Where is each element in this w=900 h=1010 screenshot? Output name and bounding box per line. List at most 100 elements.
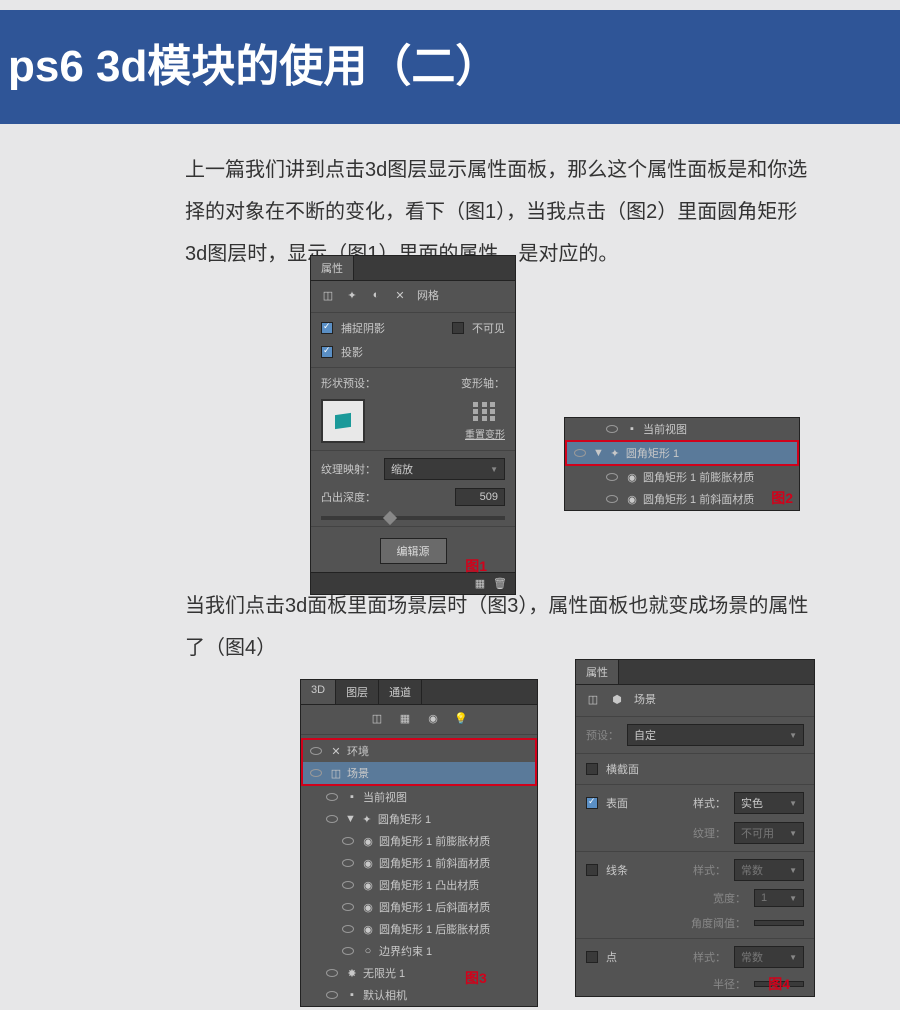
reset-deform-link[interactable]: 重置变形 bbox=[465, 426, 505, 441]
scene-item[interactable]: ◫ 场景 bbox=[303, 762, 535, 784]
width-dropdown: 1 bbox=[754, 889, 804, 907]
figure-label-3: 图3 bbox=[465, 968, 487, 988]
eye-icon bbox=[342, 925, 354, 933]
cap-icon: ◐ bbox=[369, 288, 383, 302]
tab-layers[interactable]: 图层 bbox=[336, 680, 379, 704]
points-checkbox[interactable] bbox=[586, 951, 598, 963]
material-icon: ◉ bbox=[625, 492, 639, 506]
extrude-depth-input[interactable]: 509 bbox=[455, 488, 505, 506]
extrude-depth-label: 凸出深度： bbox=[321, 489, 376, 505]
eye-icon bbox=[326, 969, 338, 977]
angle-input bbox=[754, 920, 804, 926]
surface-label: 表面 bbox=[606, 795, 628, 811]
trash-icon[interactable]: 🗑 bbox=[493, 577, 507, 591]
tab-properties[interactable]: 属性 bbox=[311, 256, 354, 280]
material-icon: ◉ bbox=[625, 470, 639, 484]
constraint-icon: ○ bbox=[361, 944, 375, 958]
material-icon: ◉ bbox=[361, 922, 375, 936]
mat-2[interactable]: ◉圆角矩形 1 前斜面材质 bbox=[301, 852, 537, 874]
current-view-item[interactable]: ▪ 当前视图 bbox=[565, 418, 799, 440]
cross-section-checkbox[interactable] bbox=[586, 763, 598, 775]
eye-icon[interactable] bbox=[574, 449, 586, 457]
scene-label: 场景 bbox=[634, 691, 656, 707]
preset-label: 预设： bbox=[586, 727, 619, 743]
material-item-1[interactable]: ◉ 圆角矩形 1 前膨胀材质 bbox=[565, 466, 799, 488]
camera-icon: ▪ bbox=[345, 790, 359, 804]
eye-icon bbox=[342, 837, 354, 845]
scene-group: ✕ 环境 ◫ 场景 bbox=[301, 738, 537, 786]
material-icon: ◉ bbox=[361, 856, 375, 870]
eye-icon[interactable] bbox=[310, 769, 322, 777]
catch-shadow-label: 捕捉阴影 bbox=[341, 320, 385, 336]
tab-channels[interactable]: 通道 bbox=[379, 680, 422, 704]
infinite-light-item[interactable]: ✸无限光 1 bbox=[301, 962, 537, 984]
render-icon[interactable]: ▦ bbox=[473, 577, 487, 591]
material-icon: ◉ bbox=[361, 900, 375, 914]
shape-preset-thumb[interactable] bbox=[321, 399, 365, 443]
mat-1[interactable]: ◉圆角矩形 1 前膨胀材质 bbox=[301, 830, 537, 852]
light-icon: ✸ bbox=[345, 966, 359, 980]
eye-icon[interactable] bbox=[606, 495, 618, 503]
material-icon: ◉ bbox=[361, 878, 375, 892]
eye-icon[interactable] bbox=[310, 747, 322, 755]
eye-icon[interactable] bbox=[326, 815, 338, 823]
filter-light-icon[interactable]: 💡 bbox=[454, 711, 468, 725]
environment-item[interactable]: ✕ 环境 bbox=[303, 740, 535, 762]
texture-map-dropdown[interactable]: 缩放 bbox=[384, 458, 505, 480]
deform-axis-grid[interactable] bbox=[473, 402, 497, 422]
figure-label-4: 图4 bbox=[768, 974, 790, 994]
texture-map-label: 纹理映射： bbox=[321, 461, 376, 477]
catch-shadow-checkbox[interactable] bbox=[321, 322, 333, 334]
camera-icon: ▪ bbox=[625, 422, 639, 436]
radius-label: 半径： bbox=[713, 976, 746, 992]
surface-checkbox[interactable] bbox=[586, 797, 598, 809]
lines-style-label: 样式： bbox=[693, 862, 726, 878]
filter-material-icon[interactable]: ◉ bbox=[426, 711, 440, 725]
texture-dropdown: 不可用 bbox=[734, 822, 804, 844]
cross-section-label: 横截面 bbox=[606, 761, 639, 777]
lines-checkbox[interactable] bbox=[586, 864, 598, 876]
invisible-label: 不可见 bbox=[472, 320, 505, 336]
rounded-rect-item[interactable]: ▼✦ 圆角矩形 1 bbox=[301, 808, 537, 830]
tab-3d[interactable]: 3D bbox=[301, 680, 336, 704]
tab-properties[interactable]: 属性 bbox=[576, 660, 619, 684]
boundary-item[interactable]: ○边界约束 1 bbox=[301, 940, 537, 962]
lines-label: 线条 bbox=[606, 862, 628, 878]
eye-icon[interactable] bbox=[606, 425, 618, 433]
preset-dropdown[interactable]: 自定 bbox=[627, 724, 804, 746]
properties-toolbar: ◫ ✦ ◐ ✕ 网格 bbox=[311, 281, 515, 309]
edit-source-button[interactable]: 编辑源 bbox=[380, 538, 447, 564]
layers-panel-2: ▪ 当前视图 ▼ ✦ 圆角矩形 1 ◉ 圆角矩形 1 前膨胀材质 ◉ 圆角矩形 … bbox=[564, 417, 800, 511]
properties-panel-4: 属性 ◫ ⬢ 场景 预设： 自定 横截面 表面 样式： 实色 纹理： 不可用 bbox=[575, 659, 815, 997]
cast-shadow-checkbox[interactable] bbox=[321, 346, 333, 358]
deform-icon: ✦ bbox=[345, 288, 359, 302]
eye-icon[interactable] bbox=[606, 473, 618, 481]
eye-icon bbox=[342, 859, 354, 867]
mat-5[interactable]: ◉圆角矩形 1 后膨胀材质 bbox=[301, 918, 537, 940]
default-camera-item[interactable]: ▪默认相机 bbox=[301, 984, 537, 1006]
cube-icon: ⬢ bbox=[610, 692, 624, 706]
eye-icon[interactable] bbox=[326, 793, 338, 801]
invisible-checkbox[interactable] bbox=[452, 322, 464, 334]
current-view-item[interactable]: ▪ 当前视图 bbox=[301, 786, 537, 808]
width-label: 宽度： bbox=[713, 890, 746, 906]
eye-icon bbox=[342, 947, 354, 955]
points-style-label: 样式： bbox=[693, 949, 726, 965]
surface-style-dropdown[interactable]: 实色 bbox=[734, 792, 804, 814]
mesh-label: 网格 bbox=[417, 287, 439, 303]
material-item-2[interactable]: ◉ 圆角矩形 1 前斜面材质 bbox=[565, 488, 799, 510]
env-icon: ✕ bbox=[329, 744, 343, 758]
material-icon: ◉ bbox=[361, 834, 375, 848]
eye-icon bbox=[326, 991, 338, 999]
filter-mesh-icon[interactable]: ▦ bbox=[398, 711, 412, 725]
rounded-rect-layer[interactable]: ▼ ✦ 圆角矩形 1 bbox=[565, 440, 799, 466]
scene-icon: ◫ bbox=[586, 692, 600, 706]
mat-4[interactable]: ◉圆角矩形 1 后斜面材质 bbox=[301, 896, 537, 918]
eye-icon bbox=[342, 903, 354, 911]
properties-panel-1: 属性 ◫ ✦ ◐ ✕ 网格 捕捉阴影 不可见 投影 形状预设： 变形轴： bbox=[310, 255, 516, 595]
depth-slider[interactable] bbox=[321, 516, 505, 520]
3d-panel: 3D 图层 通道 ◫ ▦ ◉ 💡 ✕ 环境 ◫ 场景 ▪ 当前 bbox=[300, 679, 538, 1007]
filter-scene-icon[interactable]: ◫ bbox=[370, 711, 384, 725]
mat-3[interactable]: ◉圆角矩形 1 凸出材质 bbox=[301, 874, 537, 896]
mesh-icon: ✦ bbox=[360, 812, 374, 826]
